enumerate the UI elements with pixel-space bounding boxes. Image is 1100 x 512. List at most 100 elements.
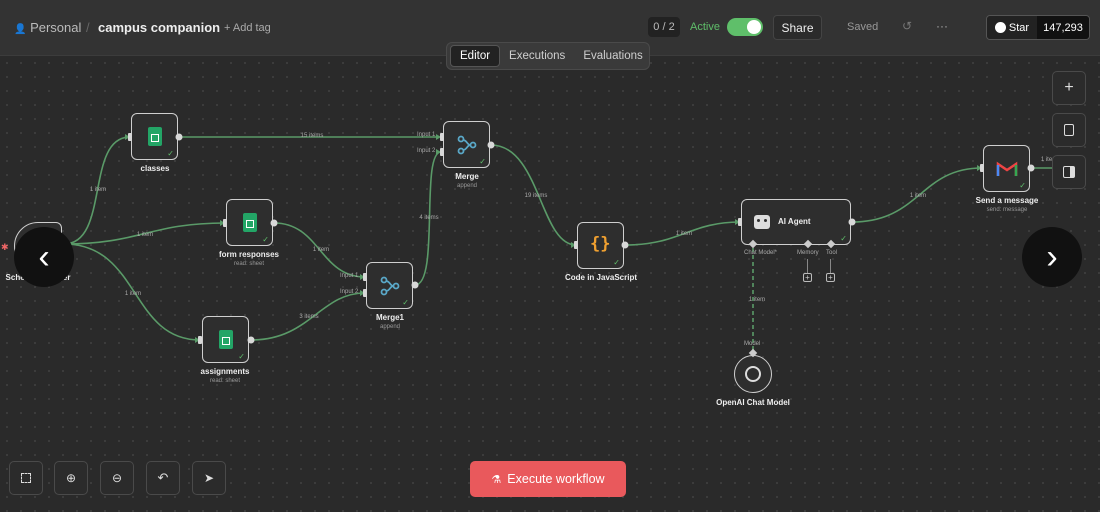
node-merge[interactable]: ✓ <box>443 121 490 168</box>
output-port[interactable] <box>1027 164 1035 172</box>
zoom-out-button[interactable]: ⊖ <box>100 461 134 495</box>
sticky-note-button[interactable] <box>1052 113 1086 147</box>
node-form-responses[interactable]: ✓ <box>226 199 273 246</box>
note-icon <box>1064 124 1074 136</box>
fullscreen-icon <box>21 473 31 483</box>
node-label: Merge1 <box>375 313 405 322</box>
node-classes[interactable]: ✓ <box>131 113 178 160</box>
cursor-icon: ➤ <box>203 471 215 485</box>
connector-line <box>807 259 808 273</box>
edge-label: 4 items <box>419 215 439 221</box>
input-port[interactable] <box>363 273 367 281</box>
undo-button[interactable]: ↶ <box>146 461 180 495</box>
gmail-icon <box>996 161 1018 176</box>
edge-label: 1 item <box>675 231 693 237</box>
robot-icon <box>754 215 770 229</box>
input-label: Input 1 <box>417 132 436 138</box>
trigger-marker-icon: ✱ <box>1 242 9 252</box>
flask-icon: ⚗ <box>491 473 502 486</box>
port-label-memory: Memory <box>797 250 819 256</box>
node-label: Send a message <box>975 196 1039 205</box>
input-port[interactable] <box>363 289 367 297</box>
merge-icon <box>380 276 400 296</box>
code-braces-icon: {} <box>590 234 611 254</box>
node-assignments[interactable]: ✓ <box>202 316 249 363</box>
node-merge1[interactable]: ✓ <box>366 262 413 309</box>
connector-line <box>830 259 831 273</box>
node-label: form responses <box>218 250 280 259</box>
success-check-icon: ✓ <box>479 157 486 166</box>
tidy-up-button[interactable]: ➤ <box>192 461 226 495</box>
input-port[interactable] <box>440 133 444 141</box>
fit-view-button[interactable] <box>9 461 43 495</box>
execute-workflow-button[interactable]: ⚗ Execute workflow <box>470 461 626 497</box>
node-openai-chat-model[interactable] <box>734 355 772 393</box>
input-label: Input 1 <box>340 273 359 279</box>
success-check-icon: ✓ <box>1019 181 1026 190</box>
success-check-icon: ✓ <box>167 149 174 158</box>
openai-icon <box>745 366 761 382</box>
input-port[interactable] <box>128 133 132 141</box>
edge-label: 15 items <box>300 133 324 139</box>
node-label: OpenAI Chat Model <box>716 398 790 407</box>
node-label: classes <box>140 164 170 173</box>
chevron-left-icon: ‹ <box>38 237 50 276</box>
carousel-next-arrow[interactable]: › <box>1022 227 1082 287</box>
zoom-out-icon: ⊖ <box>111 471 123 485</box>
edge-label: 1 item <box>89 187 107 193</box>
add-memory-button[interactable]: + <box>803 273 812 282</box>
google-sheets-icon <box>219 330 233 349</box>
toggle-panel-button[interactable] <box>1052 155 1086 189</box>
edge-label: 1 item <box>909 193 927 199</box>
zoom-in-button[interactable]: ⊕ <box>54 461 88 495</box>
node-subtitle: read: sheet <box>233 261 265 267</box>
node-label: assignments <box>200 367 250 376</box>
input-port[interactable] <box>198 336 202 344</box>
node-subtitle: read: sheet <box>209 378 241 384</box>
output-port[interactable] <box>411 281 419 289</box>
connections-layer <box>63 134 1060 350</box>
node-label: AI Agent <box>778 217 811 226</box>
output-port[interactable] <box>270 219 278 227</box>
input-label: Input 2 <box>417 148 436 154</box>
output-port[interactable] <box>621 241 629 249</box>
edge-label: 1 item <box>124 291 142 297</box>
output-port[interactable] <box>487 141 495 149</box>
input-port[interactable] <box>574 241 578 249</box>
input-port[interactable] <box>440 148 444 156</box>
input-port[interactable] <box>223 219 227 227</box>
edge-label: 1 item <box>312 247 330 253</box>
node-subtitle: send: message <box>986 207 1028 213</box>
node-send-message[interactable]: ✓ <box>983 145 1030 192</box>
add-tool-button[interactable]: + <box>826 273 835 282</box>
success-check-icon: ✓ <box>840 234 847 243</box>
port-label-tool: Tool <box>826 250 838 256</box>
node-subtitle: append <box>456 183 478 189</box>
success-check-icon: ✓ <box>238 352 245 361</box>
merge-icon <box>457 135 477 155</box>
input-port[interactable] <box>980 164 984 172</box>
output-port[interactable] <box>247 336 255 344</box>
plus-icon: + <box>1064 79 1074 96</box>
edge-label: 1 item <box>136 232 154 238</box>
port-label-model: Model <box>744 341 761 347</box>
node-label: Code in JavaScript <box>564 273 638 282</box>
google-sheets-icon <box>148 127 162 146</box>
add-node-button[interactable]: + <box>1052 71 1086 105</box>
node-subtitle: append <box>379 324 401 330</box>
node-code-javascript[interactable]: {} ✓ <box>577 222 624 269</box>
node-ai-agent[interactable]: AI Agent ✓ <box>741 199 851 245</box>
zoom-in-icon: ⊕ <box>65 471 77 485</box>
output-port[interactable] <box>175 133 183 141</box>
success-check-icon: ✓ <box>613 258 620 267</box>
edge-label: 19 items <box>524 193 548 199</box>
chevron-right-icon: › <box>1046 237 1058 276</box>
panel-icon <box>1063 166 1075 178</box>
carousel-prev-arrow[interactable]: ‹ <box>14 227 74 287</box>
node-label: Merge <box>455 172 479 181</box>
google-sheets-icon <box>243 213 257 232</box>
output-port[interactable] <box>848 218 856 226</box>
undo-icon: ↶ <box>157 470 169 485</box>
port-label-chat-model: Chat Model* <box>744 250 778 256</box>
input-port[interactable] <box>738 218 742 226</box>
